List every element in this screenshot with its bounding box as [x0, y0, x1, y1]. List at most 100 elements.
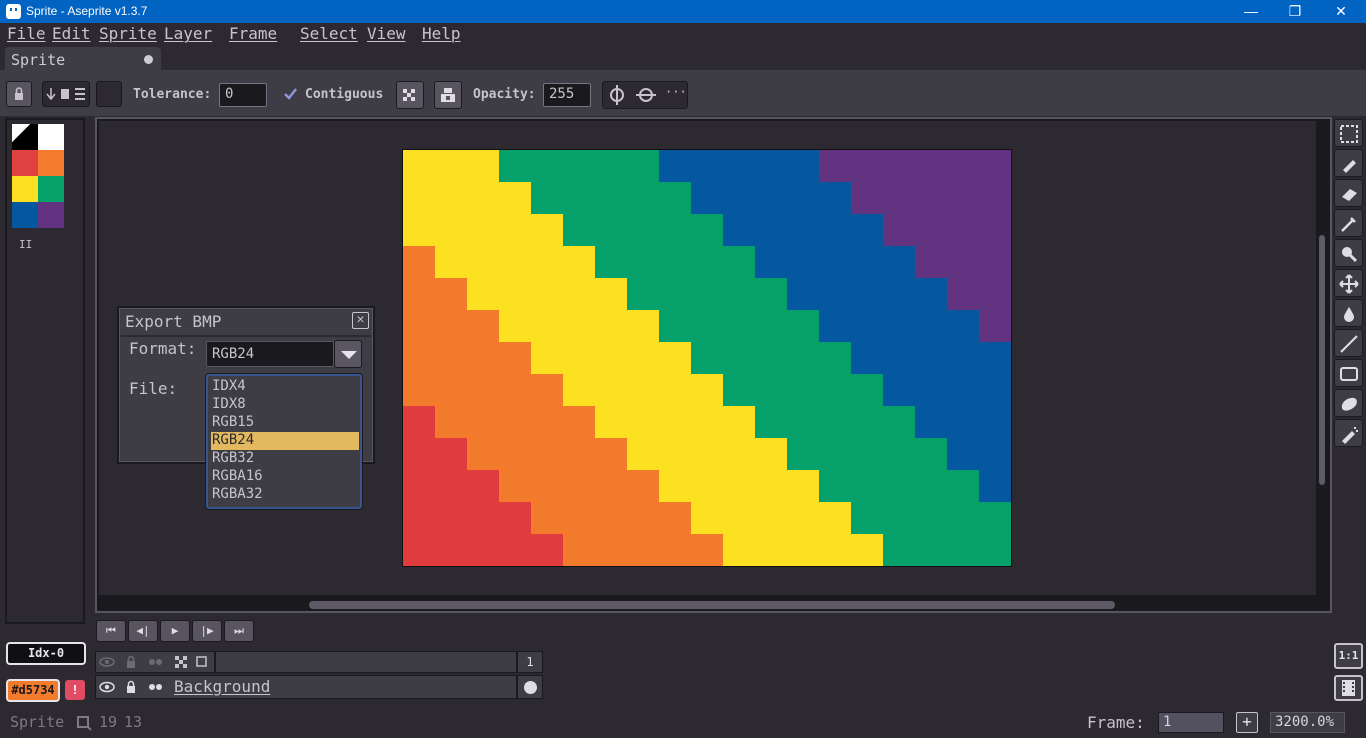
aseprite-app-icon — [6, 4, 21, 19]
sprite-pixel — [691, 374, 723, 406]
sprite-pixel — [595, 406, 627, 438]
sprite-canvas[interactable] — [402, 149, 1012, 567]
format-option[interactable]: RGB15 — [211, 414, 359, 432]
sprite-pixel — [979, 342, 1011, 374]
menu-sprite[interactable]: Sprite — [99, 24, 157, 43]
sprite-pixel — [435, 342, 467, 374]
palette-swatch-3[interactable] — [38, 150, 64, 176]
sprite-pixel — [467, 182, 499, 214]
palette-swatch-0[interactable] — [12, 124, 38, 150]
contour-tool[interactable] — [1334, 389, 1363, 417]
sprite-pixel — [499, 246, 531, 278]
paint-bucket-icon — [441, 88, 455, 102]
contiguous-checkbox[interactable] — [282, 86, 298, 102]
paint-bucket-tool[interactable] — [1334, 299, 1363, 327]
zoom-level-input[interactable]: 3200.0% — [1270, 712, 1345, 733]
frame-header-1[interactable]: 1 — [517, 651, 543, 673]
sprite-pixel — [851, 342, 883, 374]
eyedropper-tool[interactable] — [1334, 209, 1363, 237]
sprite-pixel — [883, 406, 915, 438]
menu-select[interactable]: Select — [300, 24, 358, 43]
sprite-pixel — [467, 214, 499, 246]
next-frame-button[interactable]: |▶ — [192, 620, 222, 642]
palette-swatch-2[interactable] — [12, 150, 38, 176]
dialog-close-button[interactable]: ✕ — [352, 312, 369, 329]
sprite-pixel — [403, 278, 435, 310]
tab-sprite[interactable]: Sprite — [5, 47, 161, 72]
sprite-pixel — [819, 534, 851, 566]
minimize-button[interactable]: — — [1228, 0, 1274, 23]
spray-tool[interactable] — [1334, 419, 1363, 447]
move-tool[interactable] — [1334, 269, 1363, 297]
layer-name[interactable]: Background — [174, 677, 270, 696]
color-index-indicator[interactable]: Idx-0 — [6, 642, 86, 665]
timeline: 1 Background — [95, 650, 1332, 702]
menu-layer[interactable]: Layer — [164, 24, 212, 43]
palette-swatch-7[interactable] — [38, 202, 64, 228]
sample-mode-button[interactable] — [396, 81, 424, 109]
horizontal-scrollbar[interactable] — [309, 601, 1115, 609]
format-option[interactable]: RGB32 — [211, 450, 359, 468]
fill-mode-button[interactable] — [434, 81, 462, 109]
layer-row-background[interactable]: Background — [95, 675, 517, 699]
format-option[interactable]: IDX8 — [211, 396, 359, 414]
sprite-pixel — [787, 214, 819, 246]
menu-edit[interactable]: Edit — [52, 24, 91, 43]
line-tool[interactable] — [1334, 329, 1363, 357]
zoom-tool[interactable] — [1334, 239, 1363, 267]
sprite-pixel — [563, 406, 595, 438]
format-option[interactable]: RGBA16 — [211, 468, 359, 486]
menu-frame[interactable]: Frame — [229, 24, 277, 43]
play-button[interactable]: ▶ — [160, 620, 190, 642]
rectangle-icon — [1340, 367, 1358, 381]
format-dropdown-button[interactable] — [334, 340, 362, 368]
previous-frame-button[interactable]: ◀| — [128, 620, 158, 642]
sprite-pixel — [563, 278, 595, 310]
format-combobox[interactable]: RGB24 — [206, 341, 334, 367]
sprite-pixel — [403, 310, 435, 342]
sprite-pixel — [723, 278, 755, 310]
format-option[interactable]: RGBA32 — [211, 486, 359, 504]
cel-frame-1[interactable] — [517, 675, 543, 699]
add-frame-button[interactable]: + — [1236, 712, 1258, 733]
ink-type-selector[interactable] — [42, 81, 90, 107]
sprite-pixel — [915, 470, 947, 502]
first-frame-button[interactable]: ⏮ — [96, 620, 126, 642]
foreground-color-button[interactable]: #d5734 — [6, 679, 60, 702]
format-option-selected[interactable]: RGB24 — [211, 432, 359, 450]
pencil-tool[interactable] — [1334, 149, 1363, 177]
sprite-pixel — [467, 438, 499, 470]
sprite-pixel — [531, 150, 563, 182]
menu-file[interactable]: File — [7, 24, 46, 43]
vertical-scrollbar[interactable] — [1319, 235, 1325, 485]
more-options-button[interactable]: ··· — [665, 85, 687, 99]
warning-icon[interactable]: ! — [65, 680, 85, 700]
palette-swatch-5[interactable] — [38, 176, 64, 202]
tolerance-input[interactable]: 0 — [219, 83, 267, 107]
sprite-pixel — [851, 182, 883, 214]
sprite-pixel — [499, 342, 531, 374]
lock-alpha-button[interactable] — [6, 81, 32, 107]
last-frame-button[interactable]: ⏭ — [224, 620, 254, 642]
sprite-pixel — [531, 342, 563, 374]
film-strip-button[interactable] — [1334, 675, 1363, 701]
rectangular-marquee-tool[interactable] — [1334, 119, 1363, 147]
palette-resize-handle[interactable]: II — [19, 238, 32, 251]
zoom-one-to-one-button[interactable]: 1:1 — [1334, 643, 1363, 669]
pixel-perfect-button[interactable] — [96, 81, 122, 107]
symmetry-options[interactable]: ··· — [602, 81, 688, 109]
close-window-button[interactable]: ✕ — [1318, 0, 1364, 23]
maximize-button[interactable]: ❐ — [1272, 0, 1318, 23]
palette-swatch-1[interactable] — [38, 124, 64, 150]
rectangle-tool[interactable] — [1334, 359, 1363, 387]
current-frame-input[interactable]: 1 — [1158, 712, 1224, 733]
eraser-tool[interactable] — [1334, 179, 1363, 207]
palette-swatch-6[interactable] — [12, 202, 38, 228]
sprite-pixel — [435, 182, 467, 214]
sprite-pixel — [883, 278, 915, 310]
menu-view[interactable]: View — [367, 24, 406, 43]
palette-swatch-4[interactable] — [12, 176, 38, 202]
menu-help[interactable]: Help — [422, 24, 461, 43]
opacity-input[interactable]: 255 — [543, 83, 591, 107]
format-option[interactable]: IDX4 — [211, 378, 359, 396]
